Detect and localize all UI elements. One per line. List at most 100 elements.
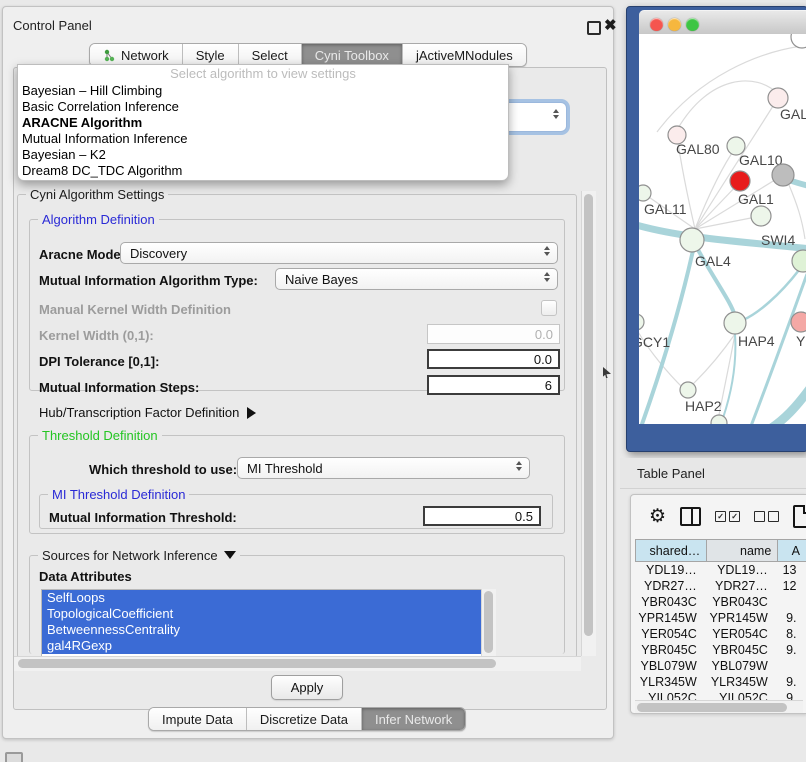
table-row[interactable]: YDR27…YDR27…12 (636, 578, 806, 594)
network-edge (723, 334, 735, 418)
dpi-tolerance-field[interactable]: 0.0 (427, 349, 560, 369)
algorithm-option[interactable]: Mutual Information Inference (18, 131, 508, 147)
which-threshold-combobox[interactable]: MI Threshold (237, 457, 530, 479)
table-row[interactable]: YPR145WYPR145W9. (636, 610, 806, 626)
aracne-mode-combobox[interactable]: Discovery (120, 242, 558, 264)
node-label: Y (796, 333, 806, 349)
table-panel-title: Table Panel (637, 466, 705, 481)
table-cell: YDR27… (636, 578, 707, 594)
table-horizontal-scrollbar[interactable] (635, 700, 803, 714)
table-toolbar: ⚙ ✓✓ (631, 495, 806, 537)
combo-arrows-icon (553, 109, 559, 119)
column-header-1[interactable]: shared… (636, 540, 707, 562)
network-canvas[interactable]: GAL7GAL80GAL10GAL11GAL1SWI4GAL4GCY1HAP4Y… (639, 34, 806, 424)
tab-select[interactable]: Select (239, 44, 302, 66)
algorithm-combobox-focused[interactable] (503, 102, 567, 132)
network-node[interactable] (791, 34, 806, 48)
zoom-traffic-light-icon[interactable] (686, 18, 699, 31)
table-cell (778, 658, 806, 674)
columns-icon[interactable] (680, 507, 701, 526)
node-label: SWI4 (761, 232, 795, 248)
mi-threshold-field[interactable]: 0.5 (423, 506, 541, 526)
kernel-width-field[interactable]: 0.0 (427, 324, 560, 344)
network-edge (789, 185, 805, 239)
node-table: shared…nameAYDL19…YDL19…13YDR27…YDR27…12… (635, 539, 806, 706)
tab-infer-network[interactable]: Infer Network (362, 708, 465, 730)
kernel-width-label: Kernel Width (0,1): (39, 328, 154, 343)
minimize-traffic-light-icon[interactable] (668, 18, 681, 31)
mi-steps-label: Mutual Information Steps: (39, 380, 199, 395)
mi-threshold-label: Mutual Information Threshold: (49, 510, 237, 525)
tab-cyni-toolbox[interactable]: Cyni Toolbox (302, 44, 403, 66)
data-attributes-list[interactable]: SelfLoopsTopologicalCoefficientBetweenne… (41, 589, 483, 658)
manual-kernel-checkbox[interactable] (541, 300, 557, 316)
document-icon[interactable] (793, 505, 806, 528)
network-edge (693, 334, 735, 384)
manual-kernel-label: Manual Kernel Width Definition (39, 302, 231, 317)
attribute-list-item[interactable]: gal4RGexp (42, 638, 482, 654)
algorithm-option[interactable]: Bayesian – Hill Climbing (18, 83, 508, 99)
network-node-y[interactable] (791, 312, 806, 332)
network-node-hap4[interactable] (724, 312, 746, 334)
algorithm-option[interactable]: Dream8 DC_TDC Algorithm (18, 163, 508, 179)
network-node-gcy1[interactable] (639, 314, 644, 330)
which-threshold-label: Which threshold to use: (89, 462, 237, 477)
network-node-hap2[interactable] (680, 382, 696, 398)
attributes-list-scrollbar[interactable] (481, 589, 496, 656)
tab-network[interactable]: Network (90, 44, 183, 66)
network-node[interactable] (730, 171, 750, 191)
deselect-all-checks-icon[interactable] (754, 511, 779, 522)
network-node-gal1[interactable] (751, 206, 771, 226)
network-node-gal7[interactable] (768, 88, 788, 108)
network-window-titlebar[interactable] (639, 10, 806, 35)
network-node-gal4[interactable] (680, 228, 704, 252)
network-node[interactable] (772, 164, 794, 186)
tab-style[interactable]: Style (183, 44, 239, 66)
mi-steps-field[interactable]: 6 (427, 375, 560, 395)
algorithm-option[interactable]: Bayesian – K2 (18, 147, 508, 163)
aracne-mode-label: Aracne Mode: (39, 247, 125, 262)
table-cell: YER054C (707, 626, 778, 642)
hub-definition-toggle[interactable]: Hub/Transcription Factor Definition (39, 405, 256, 420)
data-attributes-label: Data Attributes (39, 569, 132, 584)
node-label: GAL80 (676, 141, 720, 157)
attribute-list-item[interactable]: SelfLoops (42, 590, 482, 606)
node-label: GAL1 (738, 191, 774, 207)
algorithm-dropdown-placeholder[interactable]: Select algorithm to view settings (18, 65, 508, 83)
settings-vertical-scrollbar[interactable] (581, 191, 596, 656)
column-header-2[interactable]: name (707, 540, 778, 562)
node-label: GAL11 (644, 201, 687, 217)
network-node[interactable] (711, 415, 727, 424)
table-cell: YDR27… (707, 578, 778, 594)
column-header-3[interactable]: A (778, 540, 806, 562)
cyni-settings-title: Cyni Algorithm Settings (26, 187, 168, 202)
tab-impute-data[interactable]: Impute Data (149, 708, 247, 730)
gear-icon[interactable]: ⚙ (649, 507, 666, 526)
float-window-icon[interactable] (587, 21, 601, 35)
table-row[interactable]: YBR043CYBR043C (636, 594, 806, 610)
mi-type-combobox[interactable]: Naive Bayes (275, 268, 558, 290)
table-row[interactable]: YBR045CYBR045C9. (636, 642, 806, 658)
tab-jactivemnodules[interactable]: jActiveMNodules (403, 44, 526, 66)
tab-discretize-data[interactable]: Discretize Data (247, 708, 362, 730)
table-row[interactable]: YLR345WYLR345W9. (636, 674, 806, 690)
docked-panel-icon[interactable] (5, 752, 23, 762)
apply-button[interactable]: Apply (271, 675, 343, 700)
algorithm-option[interactable]: ARACNE Algorithm (18, 115, 508, 131)
close-traffic-light-icon[interactable] (650, 18, 663, 31)
network-node-swi4[interactable] (792, 250, 806, 272)
table-cell: YPR145W (707, 610, 778, 626)
table-row[interactable]: YBL079WYBL079W (636, 658, 806, 674)
table-row[interactable]: YER054CYER054C8. (636, 626, 806, 642)
network-node-gal11[interactable] (639, 185, 651, 201)
table-row[interactable]: YDL19…YDL19…13 (636, 562, 806, 579)
attribute-list-item[interactable]: TopologicalCoefficient (42, 606, 482, 622)
settings-horizontal-scrollbar[interactable] (14, 656, 581, 671)
tab-label: Cyni Toolbox (315, 48, 389, 63)
attribute-list-item[interactable]: BetweennessCentrality (42, 622, 482, 638)
algorithm-option[interactable]: Basic Correlation Inference (18, 99, 508, 115)
sources-group-title[interactable]: Sources for Network Inference (38, 548, 240, 563)
network-edge (765, 387, 806, 424)
select-all-checks-icon[interactable]: ✓✓ (715, 511, 740, 522)
close-icon[interactable]: ✖ (604, 16, 617, 34)
